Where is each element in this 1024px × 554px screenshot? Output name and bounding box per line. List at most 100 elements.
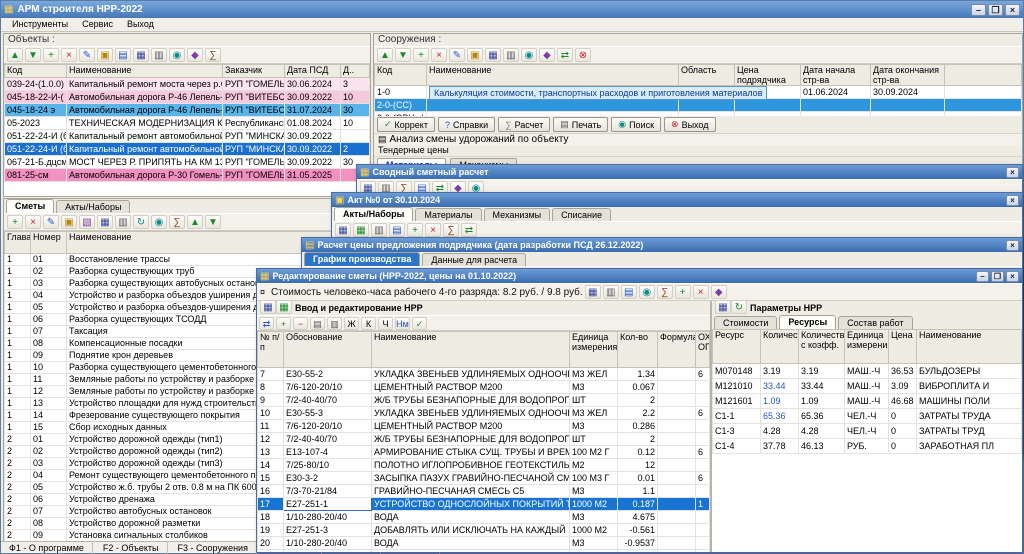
table-row[interactable]: 051-22-24-И (бКапитальный ремонт автомоб… (5, 130, 370, 143)
column-header[interactable]: Наименование (427, 65, 679, 86)
search-icon[interactable]: ◉ (151, 215, 167, 229)
search-button[interactable]: ◉Поиск (611, 117, 661, 132)
tab-Сервис[interactable]: Сервис (75, 18, 120, 31)
add-icon[interactable]: + (43, 48, 59, 62)
column-header[interactable]: Наименование (67, 65, 223, 78)
table-row[interactable]: 045-18-22-И-(Автомобильная дорога Р-46 Л… (5, 91, 370, 104)
table-row[interactable]: М0701483.193.19МАШ.-Ч36.53БУЛЬДОЗЕРЫ (713, 364, 1022, 379)
nm-icon[interactable]: Нм (395, 317, 410, 330)
column-header[interactable]: Единица измерения (845, 330, 889, 364)
expand-icon[interactable]: ▤ (310, 317, 325, 330)
references-button[interactable]: ?Справки (438, 117, 495, 132)
insert-row-icon[interactable]: + (276, 317, 291, 330)
column-header[interactable]: Обоснование (284, 332, 372, 368)
column-header[interactable]: Дата окончания стр-ва (871, 65, 945, 86)
refresh-icon[interactable]: ↻ (133, 215, 149, 229)
preview-icon[interactable]: ▤ (621, 285, 637, 299)
list-icon[interactable]: ▤ (389, 223, 405, 237)
column-header[interactable]: Д.. (341, 65, 370, 78)
column-header[interactable]: Номер (31, 232, 67, 254)
tab-Состав работ[interactable]: Состав работ (838, 316, 912, 329)
tab-Инструменты[interactable]: Инструменты (5, 18, 75, 31)
calc-icon[interactable]: ∑ (443, 223, 459, 237)
delete-icon[interactable]: × (61, 48, 77, 62)
objects-table[interactable]: КодНаименованиеЗаказчикДата ПСДД..039-24… (4, 64, 370, 182)
save-icon[interactable]: ▦ (97, 215, 113, 229)
minimize-button[interactable]: – (976, 271, 989, 282)
print-icon[interactable]: ▥ (603, 285, 619, 299)
tab-F2 - Объекты[interactable]: F2 - Объекты (95, 542, 168, 554)
copy-icon[interactable]: ▣ (61, 215, 77, 229)
save-icon[interactable]: ▦ (485, 48, 501, 62)
search-icon[interactable]: ◉ (521, 48, 537, 62)
table-row[interactable]: М12101033.4433.44МАШ.-Ч3.09ВИБРОПЛИТА И (713, 379, 1022, 394)
table-row[interactable]: 081-25-смАвтомобильная дорога Р-30 Гомел… (5, 169, 370, 182)
move-down-icon[interactable]: ▼ (205, 215, 221, 229)
export-icon[interactable]: ⇄ (461, 223, 477, 237)
table-row[interactable]: 97/2-40-40/70Ж/Б ТРУБЫ БЕЗНАПОРНЫЕ ДЛЯ В… (258, 394, 710, 407)
settings-icon[interactable]: ◆ (711, 285, 727, 299)
table-row[interactable]: 05-2023ТЕХНИЧЕСКАЯ МОДЕРНИЗАЦИЯ КОТЕЛЬНО… (5, 117, 370, 130)
save-icon[interactable]: ▦ (715, 301, 731, 314)
table-row[interactable]: С1-34.284.28ЧЕЛ.-Ч0ЗАТРАТЫ ТРУД (713, 424, 1022, 439)
close-button[interactable]: × (1006, 240, 1019, 251)
table-row[interactable]: 10Е30-55-3УКЛАДКА ЗВЕНЬЕВ УДЛИНЯЕМЫХ ОДН… (258, 407, 710, 420)
exit-button[interactable]: ⊗Выход (664, 117, 715, 132)
column-header[interactable]: Формула (658, 332, 696, 368)
edit-icon[interactable]: ✎ (79, 48, 95, 62)
close-button[interactable]: × (1006, 167, 1019, 178)
add-icon[interactable]: + (413, 48, 429, 62)
table-icon[interactable]: ▦ (276, 301, 292, 314)
analysis-row[interactable]: ▤ Анализ смены удорожаний по объекту (374, 133, 1022, 145)
params-table[interactable]: РесурсКоличествоКоличество с коэфф.Едини… (712, 329, 1022, 454)
correct-button[interactable]: ✓Коррект (377, 117, 435, 132)
underline-icon[interactable]: Ч (378, 317, 393, 330)
list-icon[interactable]: ▤ (115, 48, 131, 62)
calc-icon[interactable]: ∑ (169, 215, 185, 229)
table-row[interactable]: 7Е30-55-2УКЛАДКА ЗВЕНЬЕВ УДЛИНЯЕМЫХ ОДНО… (258, 368, 710, 381)
table-row[interactable]: 045-18-24 эАвтомобильная дорога Р-46 Леп… (5, 104, 370, 117)
column-header[interactable]: ОХР ОПР (696, 332, 710, 368)
table-row[interactable]: 147/25-80/10ПОЛОТНО ИГЛОПРОБИВНОЕ ГЕОТЕК… (258, 459, 710, 472)
table-row[interactable]: 15Е30-3-2ЗАСЫПКА ПАЗУХ ГРАВИЙНО-ПЕСЧАНОЙ… (258, 472, 710, 485)
tab-Ф1 - О программе[interactable]: Ф1 - О программе (1, 542, 93, 554)
add-icon[interactable]: + (407, 223, 423, 237)
search-icon[interactable]: ◉ (639, 285, 655, 299)
table-row[interactable]: 19Е27-251-3ДОБАВЛЯТЬ ИЛИ ИСКЛЮЧАТЬ НА КА… (258, 524, 710, 537)
check-icon[interactable]: ✓ (412, 317, 427, 330)
save-icon[interactable]: ▦ (133, 48, 149, 62)
tab-Стоимости[interactable]: Стоимости (714, 316, 777, 329)
delete-icon[interactable]: × (431, 48, 447, 62)
italic-icon[interactable]: К (361, 317, 376, 330)
column-header[interactable]: Количество (761, 330, 799, 364)
exit-icon[interactable]: ⊗ (575, 48, 591, 62)
estimate-items-table[interactable]: № п/пОбоснованиеНаименованиеЕдиница изме… (257, 331, 710, 552)
table-row[interactable]: 13Е13-107-4АРМИРОВАНИЕ СТЫКА СУЩ. ТРУБЫ … (258, 446, 710, 459)
calc-icon[interactable]: ∑ (205, 48, 221, 62)
table-row[interactable]: 21Е79-244-2ПОГРУЗКА АСФАЛЬТОГРАНУЛЯТА ПО… (258, 550, 710, 553)
column-header[interactable]: Ресурс (713, 330, 761, 364)
table-row[interactable]: 201/10-280-20/40ВОДАМ3-0.9537 (258, 537, 710, 550)
tab-Ресурсы[interactable]: Ресурсы (779, 315, 836, 329)
move-up-icon[interactable]: ▲ (377, 48, 393, 62)
table-row[interactable]: 067-21-Б.дцсмМОСТ ЧЕРЕЗ Р. ПРИПЯТЬ НА КМ… (5, 156, 370, 169)
tab-Акты/Наборы[interactable]: Акты/Наборы (334, 207, 413, 221)
table-row[interactable]: 051-22-24-И (бКапитальный ремонт автомоб… (5, 143, 370, 156)
export-icon[interactable]: ⇄ (557, 48, 573, 62)
add-icon[interactable]: + (7, 215, 23, 229)
close-button[interactable]: × (1006, 195, 1019, 206)
calc-icon[interactable]: ∑ (657, 285, 673, 299)
column-header[interactable]: Дата ПСД (285, 65, 341, 78)
save-icon[interactable]: ▦ (335, 223, 351, 237)
table-row[interactable]: 167/3-70-21/84ГРАВИЙНО-ПЕСЧАНАЯ СМЕСЬ С5… (258, 485, 710, 498)
save-icon[interactable]: ▦ (585, 285, 601, 299)
copy-icon[interactable]: ▣ (467, 48, 483, 62)
column-header[interactable] (945, 65, 1022, 86)
save-icon[interactable]: ▦ (260, 301, 276, 314)
column-header[interactable]: Дата начала стр-ва (801, 65, 871, 86)
summary-window-title-bar[interactable]: ▦ Сводный сметный расчет × (357, 165, 1022, 179)
table-row[interactable]: 127/2-40-40/70Ж/Б ТРУБЫ БЕЗНАПОРНЫЕ ДЛЯ … (258, 433, 710, 446)
bold-icon[interactable]: Ж (344, 317, 359, 330)
column-header[interactable]: Глава (5, 232, 31, 254)
edit-icon[interactable]: ✎ (449, 48, 465, 62)
